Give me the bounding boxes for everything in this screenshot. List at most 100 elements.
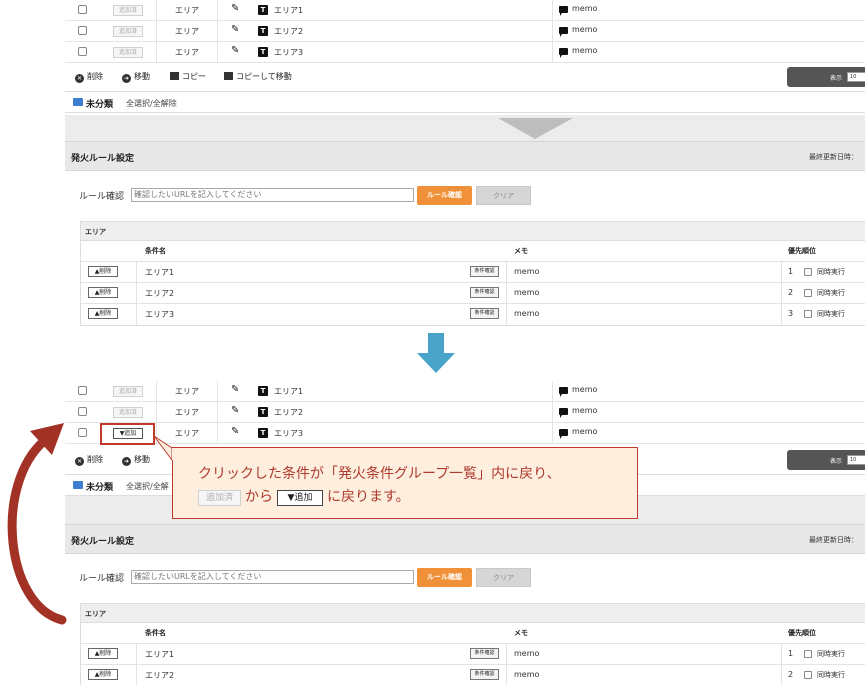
list-toolbar: ✕ 削除 ➜ 移動 コピー コピーして移動 表示 10 — [65, 65, 865, 89]
priority-value: 2 — [788, 288, 794, 297]
uncategorized-row: 未分類 全選択/全解除 — [65, 91, 865, 113]
added-chip: 追加済 — [198, 490, 241, 506]
memo-text: memo — [572, 46, 598, 55]
memo-icon — [559, 48, 568, 58]
condition-name: エリア2 — [145, 289, 175, 298]
list-row: 追加済 エリア ✎ T エリア1 memo — [65, 381, 865, 402]
row-checkbox[interactable] — [78, 386, 87, 395]
col-priority: 優先順位 — [788, 629, 816, 637]
per-page-select[interactable]: 10 — [847, 72, 865, 82]
memo-icon — [559, 429, 568, 439]
remove-button[interactable]: ▲削除 — [88, 648, 118, 659]
pencil-icon[interactable]: ✎ — [231, 384, 239, 395]
copy-button[interactable]: コピー — [170, 71, 206, 82]
condition-row: ▲削除 エリア2 条件確認 memo 2 同時実行 — [81, 664, 865, 685]
url-input[interactable]: 確認したいURLを記入してください — [131, 570, 414, 584]
list-row: 追加済 エリア ✎ T エリア2 memo — [65, 21, 865, 42]
curved-arrow-icon — [7, 423, 67, 625]
uncategorized-label[interactable]: 未分類 — [86, 97, 113, 110]
priority-value: 1 — [788, 649, 794, 658]
add-chip: ▼追加 — [277, 490, 323, 506]
condition-name: エリア2 — [274, 408, 304, 417]
added-button: 追加済 — [113, 26, 143, 37]
condition-name: エリア1 — [145, 650, 175, 659]
remove-button[interactable]: ▲削除 — [88, 308, 118, 319]
pencil-icon[interactable]: ✎ — [231, 426, 239, 437]
per-page-select[interactable]: 10 — [847, 455, 865, 465]
clear-button[interactable]: クリア — [476, 186, 531, 205]
pencil-icon[interactable]: ✎ — [231, 3, 239, 14]
row-checkbox[interactable] — [78, 26, 87, 35]
rule-settings-after: 発火ルール設定 最終更新日時： ルール確認 確認したいURLを記入してください … — [65, 524, 865, 685]
callout-pointer — [153, 435, 175, 462]
last-updated-label: 最終更新日時： — [809, 153, 858, 161]
simultaneous-checkbox[interactable] — [804, 268, 812, 276]
url-input[interactable]: 確認したいURLを記入してください — [131, 188, 414, 202]
rule-settings-before: 発火ルール設定 最終更新日時： ルール確認 確認したいURLを記入してください … — [65, 141, 865, 326]
rule-settings-title: 発火ルール設定 — [71, 154, 135, 164]
condition-check-button[interactable]: 条件確認 — [470, 287, 499, 298]
rule-check-button[interactable]: ルール確認 — [417, 568, 472, 587]
col-memo: メモ — [514, 629, 528, 637]
condition-name: エリア3 — [145, 310, 175, 319]
memo-text: memo — [514, 288, 540, 297]
copy-move-icon — [224, 72, 233, 80]
display-label: 表示 — [830, 75, 843, 82]
added-button: 追加済 — [113, 5, 143, 16]
remove-button[interactable]: ▲削除 — [88, 669, 118, 680]
select-all-link[interactable]: 全選択/全解除 — [126, 98, 177, 109]
chevron-down-icon — [498, 118, 573, 139]
condition-check-button[interactable]: 条件確認 — [470, 669, 499, 680]
clear-button[interactable]: クリア — [476, 568, 531, 587]
tag-type-icon: T — [258, 5, 268, 15]
move-button[interactable]: ➜ 移動 — [122, 71, 150, 83]
section-gap — [65, 115, 865, 141]
tag-type-icon: T — [258, 407, 268, 417]
memo-icon — [559, 387, 568, 397]
condition-check-button[interactable]: 条件確認 — [470, 308, 499, 319]
col-condition-name: 条件名 — [145, 247, 166, 255]
row-checkbox[interactable] — [78, 47, 87, 56]
condition-row: ▲削除 エリア3 条件確認 memo 3 同時実行 — [81, 303, 865, 325]
area-label: エリア — [175, 48, 199, 57]
callout-line-2: 追加済 から ▼追加 に戻ります。 — [198, 486, 410, 506]
condition-name: エリア1 — [274, 387, 304, 396]
remove-button[interactable]: ▲削除 — [88, 287, 118, 298]
group-title-bar: エリア — [81, 222, 865, 241]
memo-text: memo — [514, 649, 540, 658]
list-row: 追加済 エリア ✎ T エリア1 memo — [65, 0, 865, 21]
area-label: エリア — [175, 27, 199, 36]
memo-text: memo — [514, 309, 540, 318]
row-checkbox[interactable] — [78, 5, 87, 14]
group-title: エリア — [85, 228, 106, 236]
simultaneous-checkbox[interactable] — [804, 310, 812, 318]
tag-type-icon: T — [258, 428, 268, 438]
priority-value: 2 — [788, 670, 794, 679]
condition-name: エリア3 — [274, 429, 304, 438]
col-memo: メモ — [514, 247, 528, 255]
move-button[interactable]: ➜ 移動 — [122, 454, 150, 466]
memo-text: memo — [572, 406, 598, 415]
callout-note: クリックした条件が「発火条件グループ一覧」内に戻り、 追加済 から ▼追加 に戻ります… — [172, 447, 638, 519]
simultaneous-checkbox[interactable] — [804, 671, 812, 679]
area-label: エリア — [175, 6, 199, 15]
pencil-icon[interactable]: ✎ — [231, 405, 239, 416]
simultaneous-checkbox[interactable] — [804, 289, 812, 297]
col-priority: 優先順位 — [788, 247, 816, 255]
added-button: 追加済 — [113, 407, 143, 418]
condition-check-button[interactable]: 条件確認 — [470, 648, 499, 659]
condition-row: ▲削除 エリア1 条件確認 memo 1 同時実行 — [81, 261, 865, 283]
copy-move-button[interactable]: コピーして移動 — [224, 71, 292, 82]
added-button: 追加済 — [113, 47, 143, 58]
condition-check-button[interactable]: 条件確認 — [470, 266, 499, 277]
pencil-icon[interactable]: ✎ — [231, 45, 239, 56]
rule-check-button[interactable]: ルール確認 — [417, 186, 472, 205]
simultaneous-checkbox[interactable] — [804, 650, 812, 658]
remove-button[interactable]: ▲削除 — [88, 266, 118, 277]
select-all-link[interactable]: 全選択/全解 — [126, 481, 169, 492]
list-row: 追加済 エリア ✎ T エリア3 memo — [65, 42, 865, 63]
rule-check-label: ルール確認 — [79, 192, 125, 202]
delete-button[interactable]: ✕ 削除 — [75, 71, 103, 83]
pencil-icon[interactable]: ✎ — [231, 24, 239, 35]
area-label: エリア — [175, 387, 199, 396]
